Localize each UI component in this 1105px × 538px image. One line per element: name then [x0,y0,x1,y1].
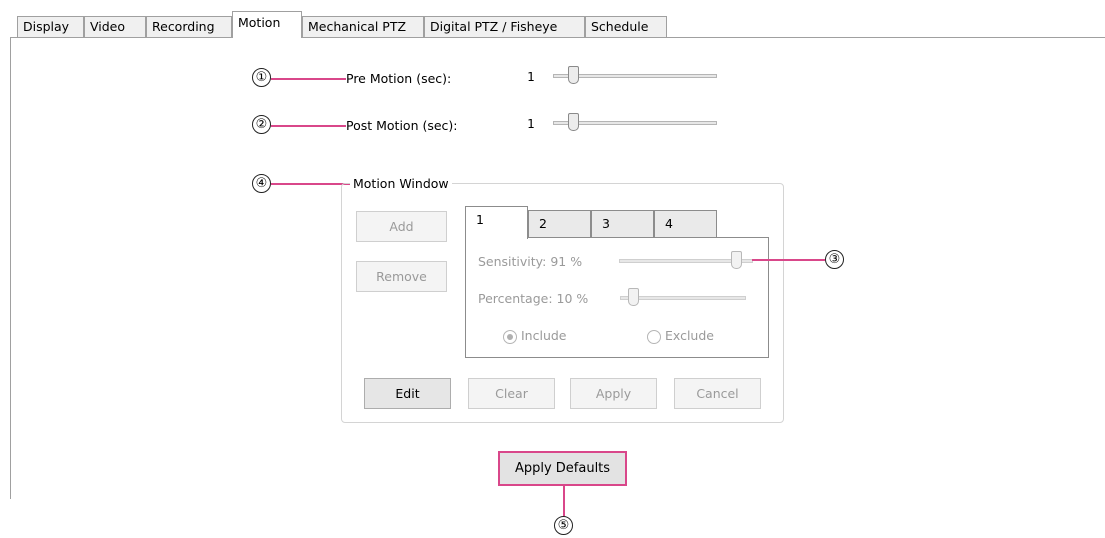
pre-motion-slider-thumb[interactable] [568,66,579,84]
exclude-label: Exclude [665,328,714,343]
callout-4-line [271,183,351,185]
callout-4: ④ [252,174,271,193]
add-window-button[interactable]: Add [356,211,447,242]
tab-recording[interactable]: Recording [146,16,232,37]
apply-button[interactable]: Apply [570,378,657,409]
window-tab-2[interactable]: 2 [528,210,591,238]
motion-window-title: Motion Window [350,176,452,191]
callout-1-line [271,78,346,80]
remove-window-button[interactable]: Remove [356,261,447,292]
tab-digital-ptz-fisheye[interactable]: Digital PTZ / Fisheye [424,16,585,37]
clear-button[interactable]: Clear [468,378,555,409]
percentage-label: Percentage: 10 % [478,291,589,306]
window-tab-3[interactable]: 3 [591,210,654,238]
tab-motion[interactable]: Motion [232,11,302,38]
callout-2: ② [252,115,271,134]
callout-1: ① [252,68,271,87]
sensitivity-label: Sensitivity: 91 % [478,254,583,269]
tab-strip-divider [10,37,1105,38]
apply-defaults-button[interactable]: Apply Defaults [498,451,627,486]
window-tab-1[interactable]: 1 [465,206,528,239]
sensitivity-slider-thumb[interactable] [731,251,742,269]
callout-2-line [271,125,346,127]
pre-motion-label: Pre Motion (sec): [346,71,452,86]
tab-display[interactable]: Display [17,16,84,37]
cancel-button[interactable]: Cancel [674,378,761,409]
include-label: Include [521,328,567,343]
callout-3-line [752,259,825,261]
callout-5: ⑤ [554,516,573,535]
post-motion-value: 1 [527,116,535,131]
pre-motion-value: 1 [527,69,535,84]
post-motion-slider-thumb[interactable] [568,113,579,131]
tab-mechanical-ptz[interactable]: Mechanical PTZ [302,16,424,37]
exclude-radio[interactable] [647,330,661,344]
post-motion-label: Post Motion (sec): [346,118,458,133]
tab-video[interactable]: Video [84,16,146,37]
include-radio-dot [507,334,513,340]
edit-button[interactable]: Edit [364,378,451,409]
percentage-slider-thumb[interactable] [628,288,639,306]
window-tab-4[interactable]: 4 [654,210,717,238]
callout-3: ③ [825,250,844,269]
tab-schedule[interactable]: Schedule [585,16,667,37]
panel-left-border [10,37,11,499]
include-radio[interactable] [503,330,517,344]
callout-5-line [563,486,565,516]
